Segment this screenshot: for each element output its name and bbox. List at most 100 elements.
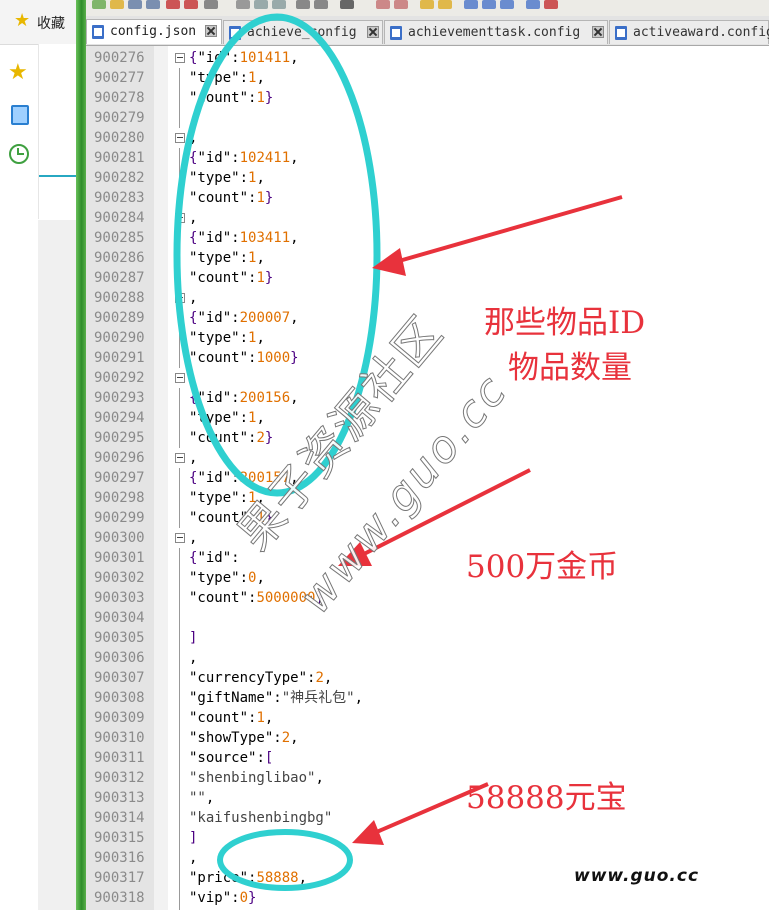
macro-icon[interactable] <box>526 0 540 9</box>
code-line[interactable]: 900278 "count":1} <box>86 88 769 108</box>
show-all-icon[interactable] <box>482 0 496 9</box>
new-file-icon[interactable] <box>92 0 106 9</box>
star-icon[interactable]: ★ <box>8 62 30 84</box>
fold-guide-line <box>179 348 180 368</box>
word-wrap-icon[interactable] <box>464 0 478 9</box>
fold-toggle-icon[interactable] <box>175 293 185 303</box>
indent-guide-icon[interactable] <box>500 0 514 9</box>
fold-guide-line <box>179 788 180 808</box>
code-line[interactable]: 900303 "count":5000000} <box>86 588 769 608</box>
token-str: "" <box>189 790 206 806</box>
code-line[interactable]: 900301 {"id": <box>86 548 769 568</box>
tablet-icon[interactable] <box>8 103 30 125</box>
sync-h-icon[interactable] <box>438 0 452 9</box>
code-line[interactable]: 900283 "count":1} <box>86 188 769 208</box>
paste-icon[interactable] <box>272 0 286 9</box>
token-pun: , <box>189 370 198 386</box>
code-line[interactable]: 900293 {"id":200156, <box>86 388 769 408</box>
code-line[interactable]: 900287 "count":1} <box>86 268 769 288</box>
code-line[interactable]: 900306, <box>86 648 769 668</box>
code-line[interactable]: 900315] <box>86 828 769 848</box>
annotation-gold: 500万金币 <box>466 549 619 585</box>
code-line[interactable]: 900300, <box>86 528 769 548</box>
close-file-icon[interactable] <box>166 0 180 9</box>
record-icon[interactable] <box>544 0 558 9</box>
code-line[interactable]: 900313 "", <box>86 788 769 808</box>
code-line[interactable]: 900305] <box>86 628 769 648</box>
line-number: 900280 <box>94 130 145 146</box>
code-line[interactable]: 900286 "type":1, <box>86 248 769 268</box>
code-text: "type":1, <box>189 408 265 428</box>
sync-v-icon[interactable] <box>420 0 434 9</box>
tab-label: achievementtask.config <box>408 25 581 40</box>
code-line[interactable]: 900316, <box>86 848 769 868</box>
redo-icon[interactable] <box>314 0 328 9</box>
code-line[interactable]: 900276 {"id":101411, <box>86 48 769 68</box>
token-num: 1 <box>256 90 265 106</box>
cut-icon[interactable] <box>236 0 250 9</box>
clock-icon[interactable] <box>8 143 30 165</box>
token-str: "shenbinglibao" <box>189 770 316 786</box>
code-line[interactable]: 900304 <box>86 608 769 628</box>
close-icon[interactable] <box>367 26 379 38</box>
code-line[interactable]: 900277 "type":1, <box>86 68 769 88</box>
annotation-yuanbao: 58888元宝 <box>466 780 627 816</box>
close-all-icon[interactable] <box>184 0 198 9</box>
code-line[interactable]: 900302 "type":0, <box>86 568 769 588</box>
code-line[interactable]: 900285 {"id":103411, <box>86 228 769 248</box>
fold-guide-line <box>179 168 180 188</box>
tab-config-json[interactable]: config.json <box>86 19 222 44</box>
line-number: 900292 <box>94 370 145 386</box>
token-str: "kaifushenbingbg" <box>189 810 333 826</box>
line-number: 900313 <box>94 790 145 806</box>
code-line[interactable]: 900314 "kaifushenbingbg" <box>86 808 769 828</box>
fold-guide-line <box>179 388 180 408</box>
pane-splitter[interactable] <box>76 0 86 910</box>
code-line[interactable]: 900279 <box>86 108 769 128</box>
copy-icon[interactable] <box>254 0 268 9</box>
code-line[interactable]: 900284, <box>86 208 769 228</box>
fold-toggle-icon[interactable] <box>175 373 185 383</box>
code-line[interactable]: 900307 "currencyType":2, <box>86 668 769 688</box>
zoom-in-icon[interactable] <box>376 0 390 9</box>
code-text: "vip":0} <box>189 888 256 908</box>
open-file-icon[interactable] <box>110 0 124 9</box>
save-icon[interactable] <box>128 0 142 9</box>
token-pun: , <box>290 150 299 166</box>
tab-achieve-config[interactable]: achieve_config <box>223 20 383 44</box>
fold-toggle-icon[interactable] <box>175 213 185 223</box>
line-number: 900308 <box>94 690 145 706</box>
code-line[interactable]: 900282 "type":1, <box>86 168 769 188</box>
undo-icon[interactable] <box>296 0 310 9</box>
code-line[interactable]: 900310 "showType":2, <box>86 728 769 748</box>
fold-guide-line <box>179 328 180 348</box>
close-icon[interactable] <box>205 25 217 37</box>
code-line[interactable]: 900312 "shenbinglibao", <box>86 768 769 788</box>
line-number: 900298 <box>94 490 145 506</box>
save-all-icon[interactable] <box>146 0 160 9</box>
tab-label: achieve_config <box>247 25 357 40</box>
fold-toggle-icon[interactable] <box>175 533 185 543</box>
token-pun: : <box>231 390 240 406</box>
fold-toggle-icon[interactable] <box>175 133 185 143</box>
close-icon[interactable] <box>592 26 604 38</box>
fold-toggle-icon[interactable] <box>175 53 185 63</box>
code-line[interactable]: 900308 "giftName":"神兵礼包", <box>86 688 769 708</box>
zoom-out-icon[interactable] <box>394 0 408 9</box>
code-line[interactable]: 900318 "vip":0} <box>86 888 769 908</box>
tab-achievementtask-config[interactable]: achievementtask.config <box>384 20 608 44</box>
tab-activeaward-config[interactable]: activeaward.config <box>609 20 769 44</box>
fold-guide-line <box>179 548 180 568</box>
find-icon[interactable] <box>340 0 354 9</box>
code-line[interactable]: 900281 {"id":102411, <box>86 148 769 168</box>
fold-toggle-icon[interactable] <box>175 453 185 463</box>
favorites-header[interactable]: ★ 收藏 <box>0 0 76 45</box>
code-line[interactable]: 900311 "source":[ <box>86 748 769 768</box>
code-line[interactable]: 900288, <box>86 288 769 308</box>
code-line[interactable]: 900299 "count":1} <box>86 508 769 528</box>
code-text: "price":58888, <box>189 868 307 888</box>
code-line[interactable]: 900309 "count":1, <box>86 708 769 728</box>
print-icon[interactable] <box>204 0 218 9</box>
token-pun: , <box>256 570 265 586</box>
code-line[interactable]: 900280, <box>86 128 769 148</box>
